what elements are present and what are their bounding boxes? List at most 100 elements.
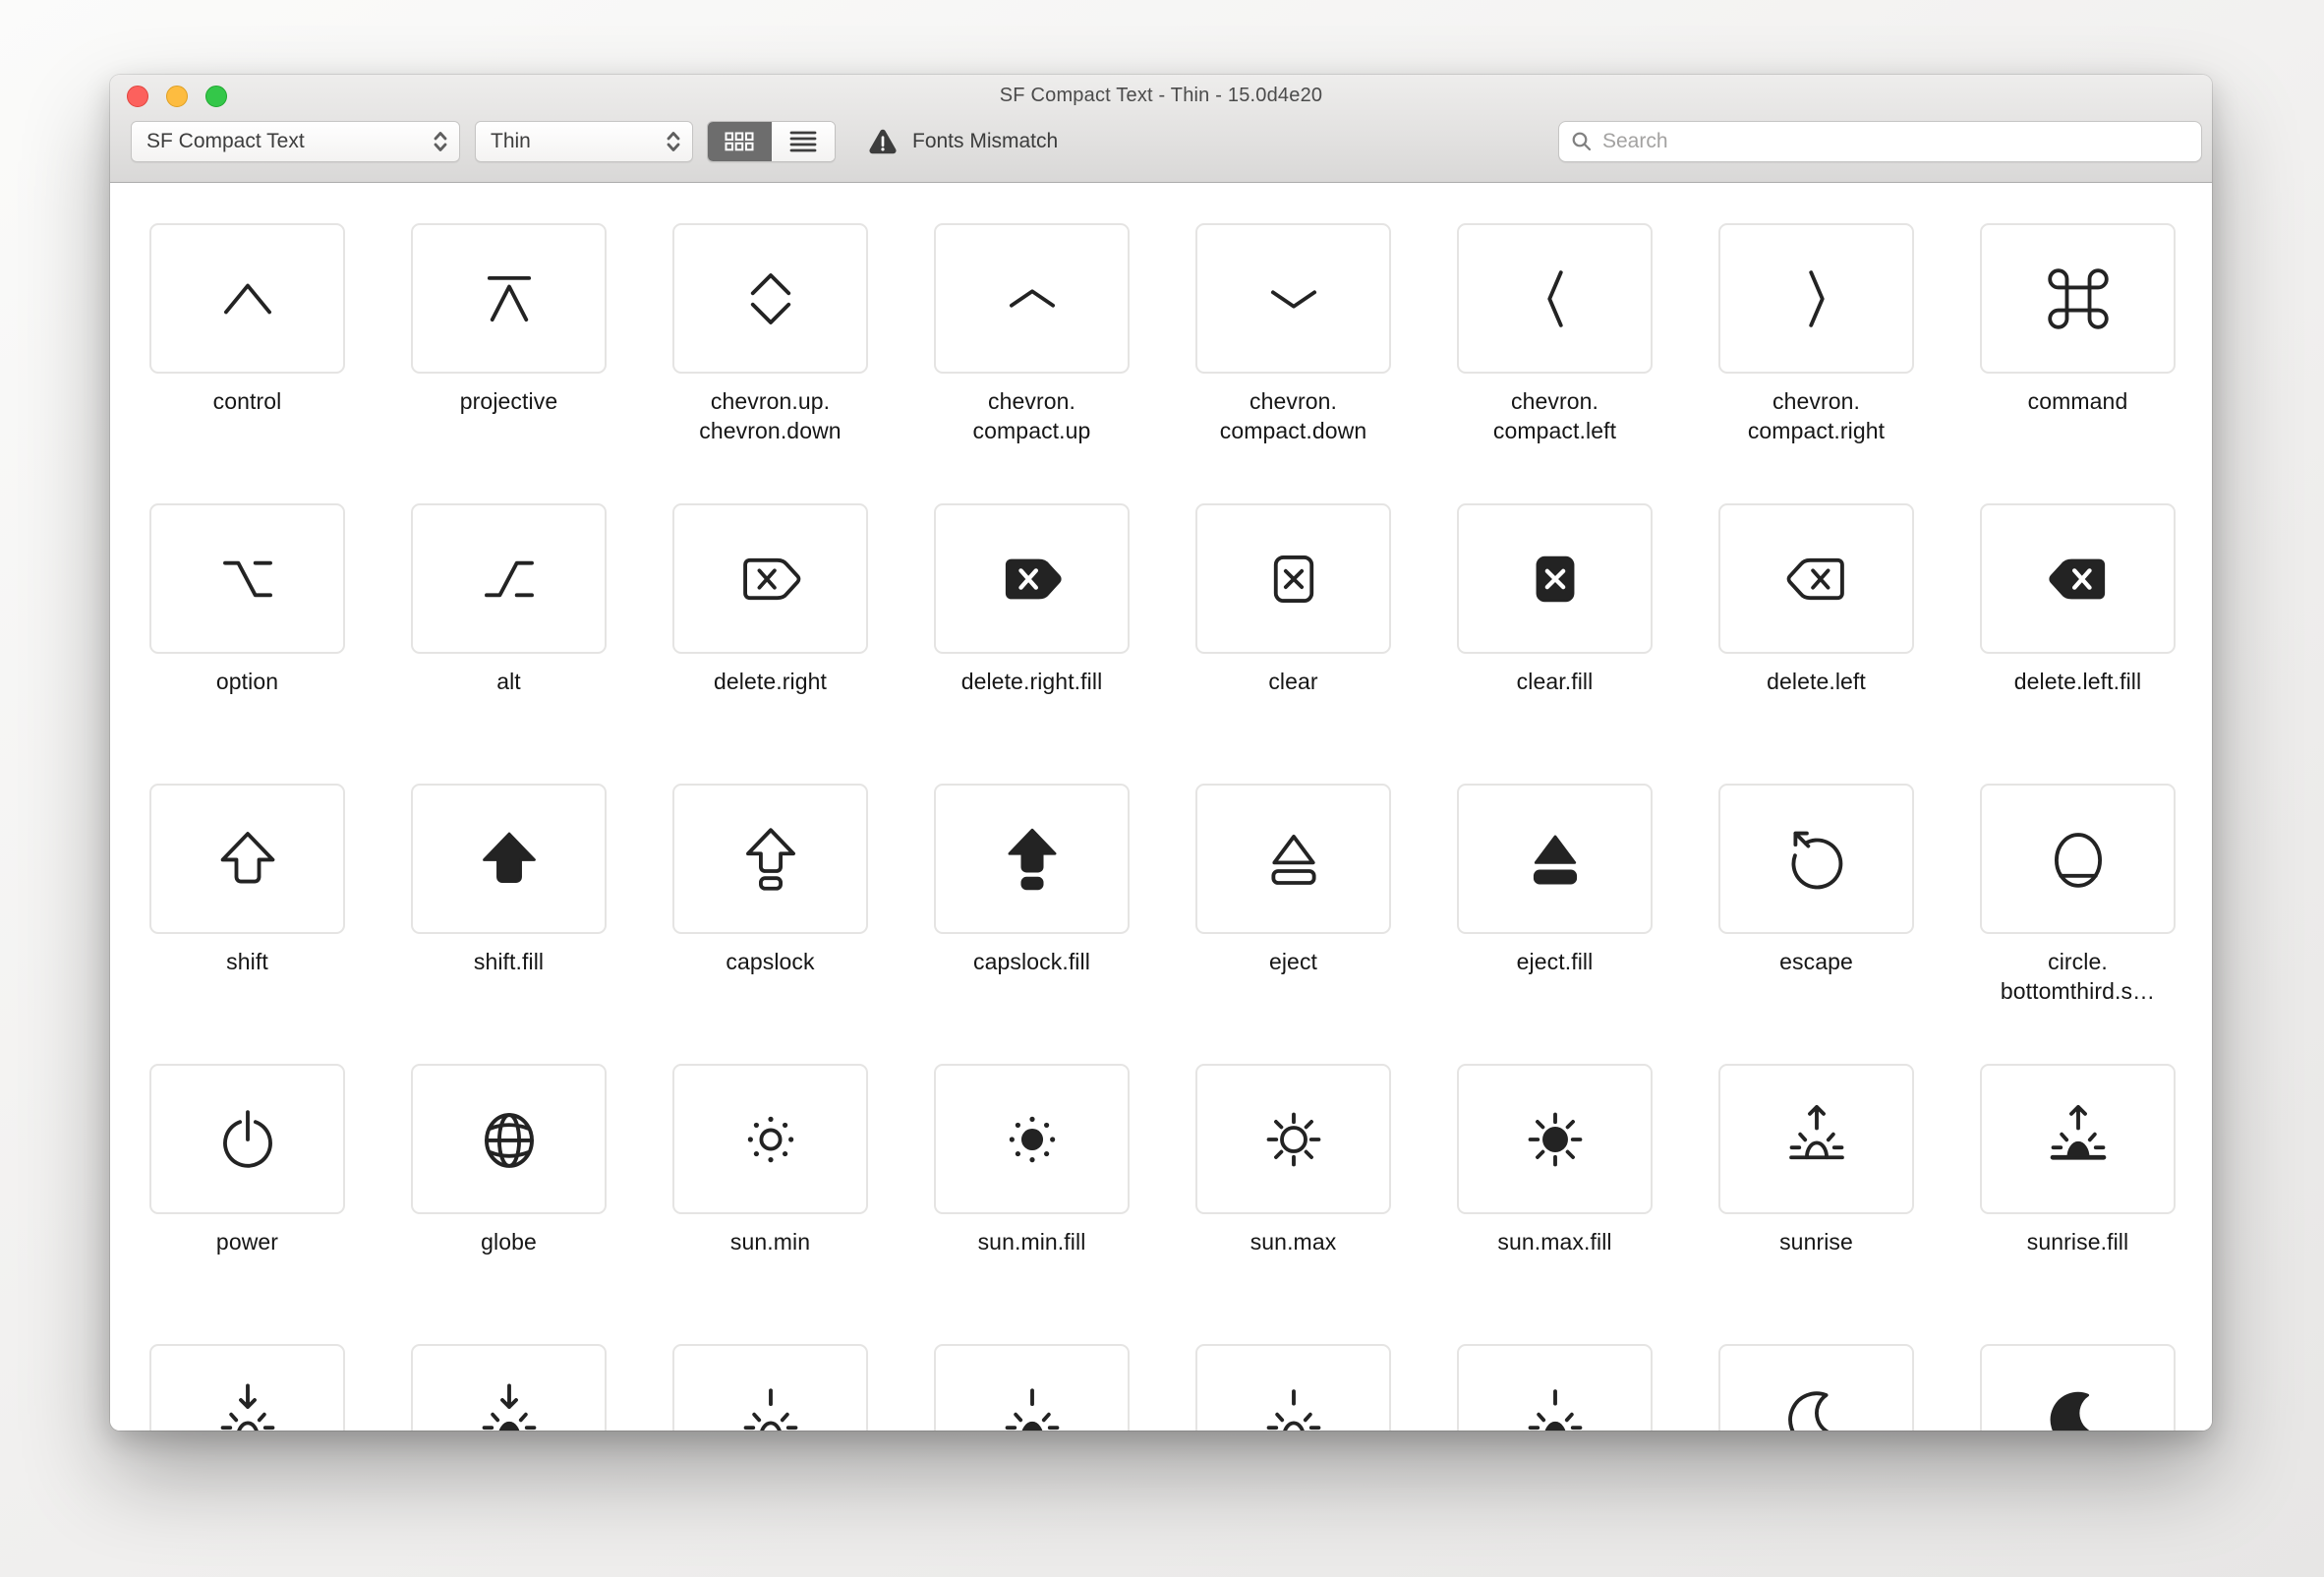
symbol-cell-capslock.fill[interactable]	[934, 784, 1130, 934]
symbol-cell-sunset[interactable]	[149, 1344, 345, 1431]
symbol-cell-alt[interactable]	[411, 503, 607, 654]
symbol-item: capslock.fill	[934, 784, 1130, 1064]
symbol-item: projective	[411, 223, 607, 503]
symbol-cell-capslock[interactable]	[672, 784, 868, 934]
symbol-cell-command[interactable]	[1980, 223, 2176, 374]
symbol-label: projective	[459, 388, 558, 414]
search-field[interactable]	[1558, 121, 2202, 162]
symbol-glyph	[1270, 834, 1316, 885]
symbol-label: capslock	[726, 949, 815, 974]
symbol-cell-globe[interactable]	[411, 1064, 607, 1214]
symbol-glyph	[745, 827, 795, 891]
symbol-item: shift.fill	[411, 784, 607, 1064]
search-input[interactable]	[1593, 124, 2201, 159]
symbol-glyph	[1508, 1373, 1602, 1431]
symbol-cell-chevron.compact.left[interactable]	[1457, 223, 1653, 374]
symbol-glyph	[750, 272, 790, 324]
symbol-cell-moon[interactable]	[1718, 1344, 1914, 1431]
symbol-label: chevron. compact.left	[1492, 388, 1617, 443]
symbol-item: sun.max.fill	[1457, 1064, 1653, 1344]
symbol-cell-chevron.up.chevron.down[interactable]	[672, 223, 868, 374]
symbol-cell-sun.min[interactable]	[672, 1064, 868, 1214]
symbol-cell-sun.min.fill[interactable]	[934, 1064, 1130, 1214]
symbol-cell-power[interactable]	[149, 1064, 345, 1214]
symbol-item	[149, 1344, 345, 1431]
symbol-cell-delete.left[interactable]	[1718, 503, 1914, 654]
symbol-cell-shift.fill[interactable]	[411, 784, 607, 934]
symbol-label: globe	[481, 1229, 537, 1255]
symbol-label: sun.max	[1249, 1229, 1337, 1255]
symbol-item: shift	[149, 784, 345, 1064]
symbol-cell-delete.right[interactable]	[672, 503, 868, 654]
symbol-glyph	[2047, 267, 2109, 329]
dropdown-stepper-icon	[667, 132, 680, 151]
font-dropdown[interactable]: SF Compact Text	[131, 121, 460, 162]
grid-view-button[interactable]	[708, 122, 772, 161]
symbol-cell-moon.fill[interactable]	[1980, 1344, 2176, 1431]
symbol-cell-sunset.fill[interactable]	[411, 1344, 607, 1431]
symbol-cell-control[interactable]	[149, 223, 345, 374]
symbol-cell-eject[interactable]	[1195, 784, 1391, 934]
symbol-item: clear	[1195, 503, 1391, 784]
symbol-cell-chevron.compact.right[interactable]	[1718, 223, 1914, 374]
symbol-glyph	[1546, 269, 1563, 327]
symbol-cell-delete.right.fill[interactable]	[934, 503, 1130, 654]
symbol-label: chevron. compact.right	[1747, 388, 1886, 443]
symbol-glyph	[1787, 1390, 1840, 1431]
symbol-cell-projective[interactable]	[411, 223, 607, 374]
symbol-cell-chevron.compact.up[interactable]	[934, 223, 1130, 374]
symbol-cell-sun.max[interactable]	[1195, 1064, 1391, 1214]
symbol-cell-eject.fill[interactable]	[1457, 784, 1653, 934]
symbol-item	[672, 1344, 868, 1431]
app-window: SF Compact Text - Thin - 15.0d4e20 SF Co…	[110, 75, 2212, 1431]
symbol-item: chevron. compact.left	[1457, 223, 1653, 503]
weight-dropdown[interactable]: Thin	[475, 121, 693, 162]
symbol-glyph	[1528, 1112, 1582, 1166]
symbol-glyph	[742, 557, 800, 600]
symbol-cell-sun.dust[interactable]	[672, 1344, 868, 1431]
list-view-button[interactable]	[771, 122, 835, 161]
symbol-glyph	[985, 1373, 1079, 1431]
symbol-glyph	[985, 532, 1079, 626]
symbol-glyph	[1273, 555, 1313, 603]
symbol-glyph	[742, 1387, 798, 1431]
symbol-cell-option[interactable]	[149, 503, 345, 654]
weight-dropdown-value: Thin	[491, 130, 531, 152]
symbol-glyph	[219, 1383, 275, 1431]
symbol-glyph	[1791, 831, 1842, 889]
symbol-glyph	[484, 1112, 534, 1168]
symbol-item	[1457, 1344, 1653, 1431]
symbol-cell-shift[interactable]	[149, 784, 345, 934]
symbol-cell-clear[interactable]	[1195, 503, 1391, 654]
symbol-cell-chevron.compact.down[interactable]	[1195, 223, 1391, 374]
symbol-cell-clear.fill[interactable]	[1457, 503, 1653, 654]
symbol-glyph	[2054, 832, 2102, 888]
symbol-item: sun.min.fill	[934, 1064, 1130, 1344]
fonts-mismatch-warning[interactable]: Fonts Mismatch	[866, 121, 1058, 162]
symbol-cell-sunrise.fill[interactable]	[1980, 1064, 2176, 1214]
symbol-cell-escape[interactable]	[1718, 784, 1914, 934]
font-dropdown-value: SF Compact Text	[146, 130, 305, 152]
symbol-glyph	[484, 560, 534, 597]
symbol-item: sunrise.fill	[1980, 1064, 2176, 1344]
symbol-label: delete.right	[714, 669, 827, 694]
symbol-cell-sun.dust.fill[interactable]	[934, 1344, 1130, 1431]
symbol-browser: control projective chevron.up. chevron.d…	[110, 183, 2212, 1431]
symbol-label: delete.right.fill	[960, 669, 1103, 694]
symbol-glyph	[1788, 1104, 1844, 1159]
symbol-cell-delete.left.fill[interactable]	[1980, 503, 2176, 654]
symbol-label: delete.left.fill	[2013, 669, 2142, 694]
symbol-item: power	[149, 1064, 345, 1344]
symbol-label: control	[212, 388, 282, 414]
symbol-label: sun.max.fill	[1497, 1229, 1612, 1255]
symbol-glyph	[482, 832, 536, 883]
symbol-cell-sun.max.fill[interactable]	[1457, 1064, 1653, 1214]
symbol-cell-circle.bottomthird.split[interactable]	[1980, 784, 2176, 934]
symbol-cell-sunrise[interactable]	[1718, 1064, 1914, 1214]
list-view-icon	[789, 131, 817, 152]
symbol-cell-sun.haze.fill[interactable]	[1457, 1344, 1653, 1431]
symbol-item: clear.fill	[1457, 503, 1653, 784]
symbol-label: sunrise	[1779, 1229, 1853, 1255]
symbol-item: delete.right.fill	[934, 503, 1130, 784]
symbol-cell-sun.haze[interactable]	[1195, 1344, 1391, 1431]
